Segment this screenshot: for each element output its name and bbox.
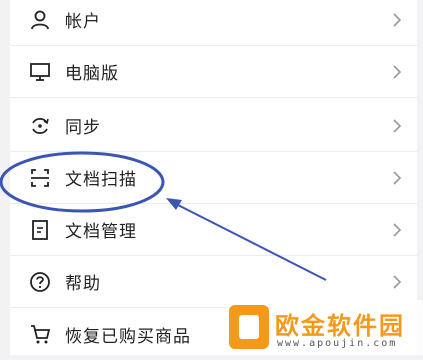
chevron-right-icon	[391, 170, 403, 186]
chevron-right-icon	[391, 12, 403, 28]
menu-item-label: 恢复已购买商品	[65, 326, 191, 347]
menu-item-label: 同步	[65, 118, 101, 138]
chevron-right-icon	[391, 118, 403, 134]
help-icon	[28, 270, 52, 294]
menu-item-label: 帐户	[65, 12, 101, 32]
menu-item-document-management[interactable]: 文档管理	[10, 204, 417, 256]
menu-item-account[interactable]: 帐户	[10, 0, 417, 46]
menu-item-document-scan[interactable]: 文档扫描	[10, 152, 417, 204]
chevron-right-icon	[391, 274, 403, 290]
cart-icon	[28, 322, 52, 346]
chevron-right-icon	[391, 64, 403, 80]
menu-item-label: 文档扫描	[65, 170, 137, 190]
chevron-right-icon	[391, 222, 403, 238]
watermark: 欧金软件园 www.apoujin.com	[227, 300, 423, 355]
menu-item-label: 帮助	[65, 274, 101, 294]
sync-icon	[28, 114, 52, 138]
menu-item-label: 文档管理	[65, 222, 137, 242]
scan-icon	[28, 166, 52, 190]
person-icon	[28, 8, 52, 32]
watermark-url: www.apoujin.com	[277, 338, 398, 349]
menu-item-label: 电脑版	[65, 64, 119, 84]
monitor-icon	[28, 60, 52, 84]
menu-item-desktop-version[interactable]: 电脑版	[10, 46, 417, 98]
document-icon	[28, 218, 52, 242]
watermark-logo-icon	[229, 305, 269, 349]
watermark-brand-text: 欧金软件园	[275, 312, 405, 340]
menu-item-sync[interactable]: 同步	[10, 100, 417, 152]
